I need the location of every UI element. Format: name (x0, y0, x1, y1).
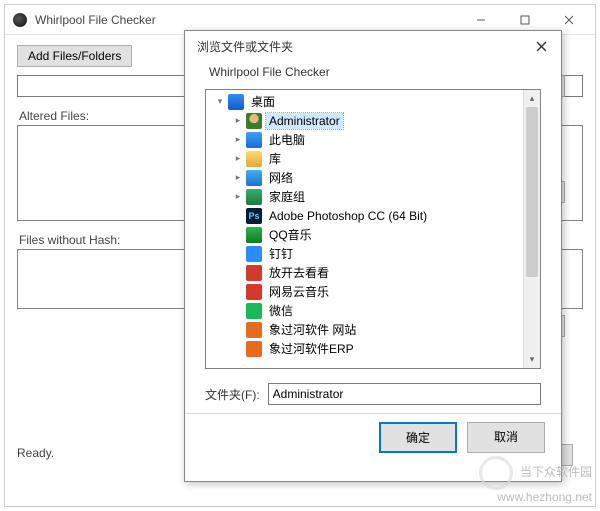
status-text: Ready. (17, 446, 54, 460)
app-orange-icon (246, 341, 262, 357)
tree-item[interactable]: 网易云音乐 (206, 282, 523, 301)
tree-item[interactable]: PsAdobe Photoshop CC (64 Bit) (206, 206, 523, 225)
tree-item-label: 家庭组 (266, 187, 308, 206)
tree-item[interactable]: ▸ 网络 (206, 168, 523, 187)
no-expand (232, 210, 244, 222)
tree-scrollbar[interactable]: ▴ ▾ (523, 90, 540, 368)
tree-item-label: 放开去看看 (266, 263, 332, 282)
tree-item[interactable]: 放开去看看 (206, 263, 523, 282)
tree-item[interactable]: QQ音乐 (206, 225, 523, 244)
scroll-thumb[interactable] (526, 107, 538, 277)
tree-root[interactable]: ▾ 桌面 (206, 92, 523, 111)
tree-item-label: 网易云音乐 (266, 282, 332, 301)
tree-item[interactable]: ▸ 此电脑 (206, 130, 523, 149)
pc-icon (246, 132, 262, 148)
tree-root-label: 桌面 (248, 92, 278, 111)
no-expand (232, 343, 244, 355)
desktop-icon (228, 94, 244, 110)
user-icon (246, 113, 262, 129)
dialog-title: 浏览文件或文件夹 (197, 38, 527, 55)
window-title: Whirlpool File Checker (35, 13, 459, 27)
dialog-subtitle: Whirlpool File Checker (185, 61, 561, 89)
tree-item[interactable]: 微信 (206, 301, 523, 320)
browse-dialog: 浏览文件或文件夹 Whirlpool File Checker ▾ 桌面 ▸ Ad… (184, 30, 562, 482)
expand-icon[interactable]: ▸ (232, 191, 244, 203)
tree-item[interactable]: ▸ Administrator (206, 111, 523, 130)
tree-item[interactable]: 象过河软件ERP (206, 339, 523, 358)
dialog-close-button[interactable] (527, 32, 555, 60)
no-expand (232, 324, 244, 336)
tree-item-label: 网络 (266, 168, 296, 187)
tree-item-label: Adobe Photoshop CC (64 Bit) (266, 208, 430, 224)
qqmusic-icon (246, 227, 262, 243)
tree-item-label: QQ音乐 (266, 225, 315, 244)
folder-name-input[interactable] (268, 383, 541, 405)
no-expand (232, 229, 244, 241)
tree-item-label: 象过河软件 网站 (266, 320, 359, 339)
tree-item-label: 象过河软件ERP (266, 339, 357, 358)
expand-icon[interactable]: ▸ (232, 134, 244, 146)
tree-item-label: 此电脑 (266, 130, 308, 149)
tree-item-label: Administrator (266, 113, 343, 129)
collapse-icon[interactable]: ▾ (214, 96, 226, 108)
homegroup-icon (246, 189, 262, 205)
no-expand (232, 305, 244, 317)
no-expand (232, 286, 244, 298)
ok-button[interactable]: 确定 (379, 422, 457, 453)
no-expand (232, 248, 244, 260)
tree-item[interactable]: 钉钉 (206, 244, 523, 263)
cancel-button[interactable]: 取消 (467, 422, 545, 453)
wechat-icon (246, 303, 262, 319)
tree-item-label: 钉钉 (266, 244, 296, 263)
no-expand (232, 267, 244, 279)
folder-tree[interactable]: ▾ 桌面 ▸Administrator▸此电脑▸库▸网络▸家庭组PsAdobe … (205, 89, 541, 369)
folder-field-label: 文件夹(F): (205, 386, 260, 403)
scroll-down-icon[interactable]: ▾ (524, 351, 540, 368)
tree-item[interactable]: ▸ 家庭组 (206, 187, 523, 206)
dialog-titlebar: 浏览文件或文件夹 (185, 31, 561, 61)
photoshop-icon: Ps (246, 208, 262, 224)
network-icon (246, 170, 262, 186)
expand-icon[interactable]: ▸ (232, 115, 244, 127)
library-icon (246, 151, 262, 167)
add-files-button[interactable]: Add Files/Folders (17, 45, 132, 67)
expand-icon[interactable]: ▸ (232, 172, 244, 184)
app-red-icon (246, 265, 262, 281)
tree-item[interactable]: ▸库 (206, 149, 523, 168)
scroll-up-icon[interactable]: ▴ (524, 90, 540, 107)
tree-item[interactable]: 象过河软件 网站 (206, 320, 523, 339)
expand-icon[interactable]: ▸ (232, 153, 244, 165)
netease-icon (246, 284, 262, 300)
app-orange-icon (246, 322, 262, 338)
app-icon (13, 13, 27, 27)
tree-item-label: 微信 (266, 301, 296, 320)
dingtalk-icon (246, 246, 262, 262)
tree-item-label: 库 (266, 149, 284, 168)
